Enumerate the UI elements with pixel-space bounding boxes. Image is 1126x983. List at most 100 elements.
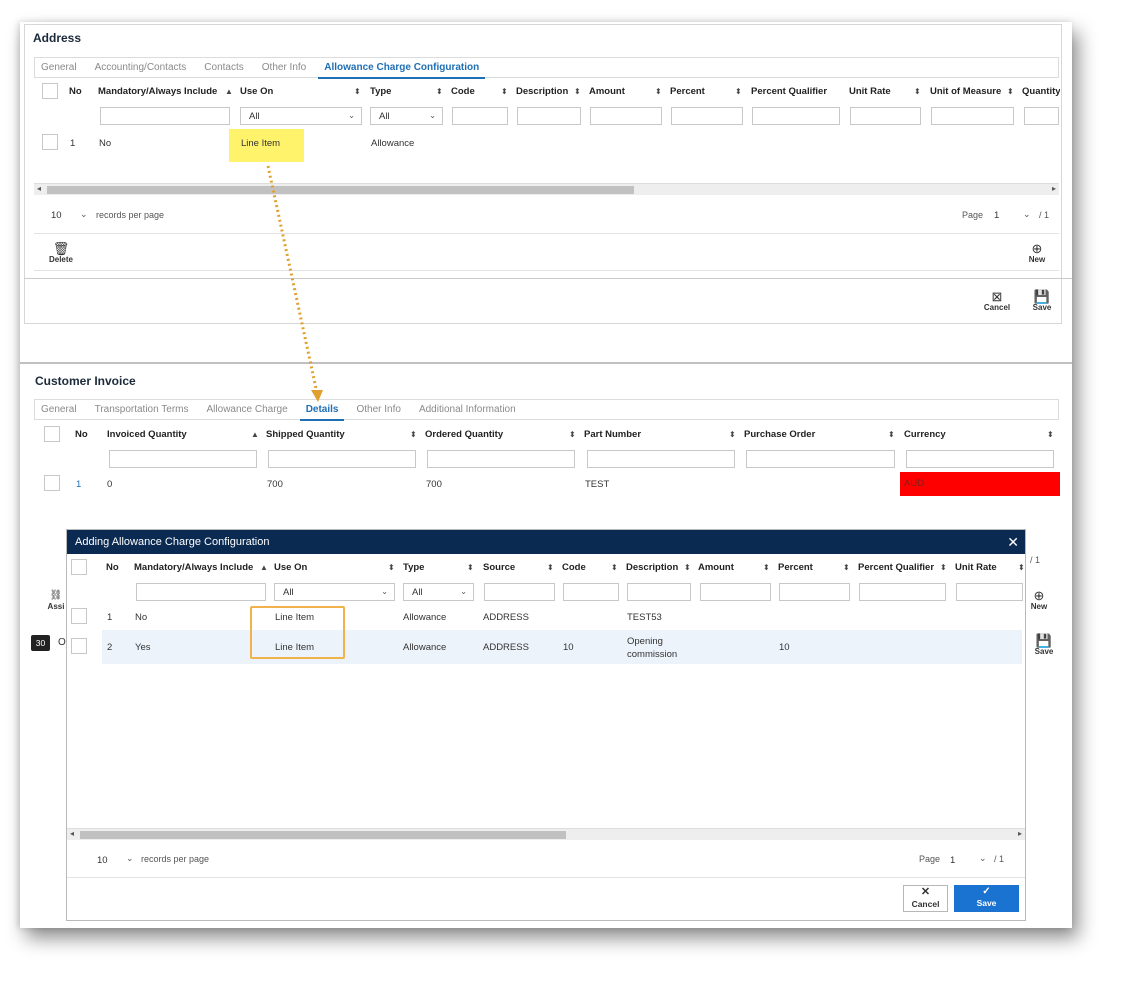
col-part-number[interactable]: Part Number <box>584 429 641 440</box>
sort-icon[interactable]: ⬍ <box>611 563 618 572</box>
col-quantity[interactable]: Quantity <box>1022 86 1060 97</box>
col-mandatory[interactable]: Mandatory/Always Include <box>134 562 253 573</box>
save-button[interactable]: ✓ Save <box>954 885 1019 912</box>
filter-code[interactable] <box>563 583 619 601</box>
sort-icon[interactable]: ⬍ <box>1007 87 1014 96</box>
page-size[interactable]: 10 <box>97 855 108 866</box>
col-description[interactable]: Description <box>626 562 678 573</box>
tab-general[interactable]: General <box>41 57 77 78</box>
filter-currency[interactable] <box>906 450 1054 468</box>
sort-icon[interactable]: ⬍ <box>1018 563 1025 572</box>
select-all-checkbox[interactable] <box>71 559 87 575</box>
page-number[interactable]: 1 <box>994 210 999 221</box>
filter-percent-qualifier[interactable] <box>752 107 840 125</box>
col-no[interactable]: No <box>69 86 82 97</box>
tab-other-info[interactable]: Other Info <box>262 57 306 78</box>
col-invoiced-quantity[interactable]: Invoiced Quantity <box>107 429 187 440</box>
sort-icon[interactable]: ⬍ <box>467 563 474 572</box>
col-amount[interactable]: Amount <box>698 562 734 573</box>
sort-icon[interactable]: ⬍ <box>763 563 770 572</box>
row-checkbox[interactable] <box>42 134 58 150</box>
row-checkbox[interactable] <box>71 638 87 654</box>
filter-part-number[interactable] <box>587 450 735 468</box>
sort-icon[interactable]: ⬍ <box>888 430 895 439</box>
filter-use-on[interactable]: All ⌄ <box>240 107 362 125</box>
sort-icon[interactable]: ⬍ <box>436 87 443 96</box>
sort-icon[interactable]: ⬍ <box>735 87 742 96</box>
filter-invoiced-quantity[interactable] <box>109 450 257 468</box>
sort-icon[interactable]: ⬍ <box>684 563 691 572</box>
filter-percent-qualifier[interactable] <box>859 583 946 601</box>
col-description[interactable]: Description <box>516 86 568 97</box>
scrollbar-thumb[interactable] <box>47 186 634 194</box>
col-amount[interactable]: Amount <box>589 86 625 97</box>
page-number[interactable]: 1 <box>950 855 955 866</box>
filter-source[interactable] <box>484 583 555 601</box>
filter-percent[interactable] <box>671 107 743 125</box>
page-size[interactable]: 10 <box>51 210 62 221</box>
scroll-left-icon[interactable]: ◂ <box>37 184 41 193</box>
sort-icon[interactable]: ⬍ <box>388 563 395 572</box>
select-all-checkbox[interactable] <box>42 83 58 99</box>
col-shipped-quantity[interactable]: Shipped Quantity <box>266 429 345 440</box>
sort-icon[interactable]: ⬍ <box>914 87 921 96</box>
sort-icon[interactable]: ⬍ <box>354 87 361 96</box>
tab-allowance-charge[interactable]: Allowance Charge <box>207 399 288 420</box>
filter-description[interactable] <box>627 583 691 601</box>
tab-additional-information[interactable]: Additional Information <box>419 399 516 420</box>
horizontal-scrollbar[interactable]: ◂ ▸ <box>67 828 1025 840</box>
tab-general[interactable]: General <box>41 399 77 420</box>
sort-asc-icon[interactable]: ▲ <box>251 430 259 439</box>
col-use-on[interactable]: Use On <box>274 562 307 573</box>
filter-amount[interactable] <box>700 583 771 601</box>
sort-icon[interactable]: ⬍ <box>1047 430 1054 439</box>
filter-unit-rate[interactable] <box>850 107 921 125</box>
col-code[interactable]: Code <box>562 562 586 573</box>
col-no[interactable]: No <box>75 429 88 440</box>
filter-amount[interactable] <box>590 107 662 125</box>
cancel-button[interactable]: ⊠ Cancel <box>980 290 1014 312</box>
scroll-right-icon[interactable]: ▸ <box>1052 184 1056 193</box>
col-percent-qualifier[interactable]: Percent Qualifier <box>858 562 934 573</box>
filter-ordered-quantity[interactable] <box>427 450 575 468</box>
filter-mandatory[interactable] <box>136 583 266 601</box>
col-type[interactable]: Type <box>403 562 424 573</box>
sort-icon[interactable]: ⬍ <box>569 430 576 439</box>
sort-icon[interactable]: ⬍ <box>574 87 581 96</box>
col-code[interactable]: Code <box>451 86 475 97</box>
col-no[interactable]: No <box>106 562 119 573</box>
chevron-down-icon[interactable]: ⌄ <box>126 853 134 864</box>
sort-icon[interactable]: ⬍ <box>547 563 554 572</box>
col-type[interactable]: Type <box>370 86 391 97</box>
chevron-down-icon[interactable]: ⌄ <box>80 209 88 220</box>
filter-type[interactable]: All ⌄ <box>403 583 474 601</box>
col-percent-qualifier[interactable]: Percent Qualifier <box>751 86 827 97</box>
close-icon[interactable]: ✕ <box>1007 530 1019 554</box>
horizontal-scrollbar[interactable]: ◂ ▸ <box>34 183 1059 195</box>
col-currency[interactable]: Currency <box>904 429 946 440</box>
filter-quantity[interactable] <box>1024 107 1059 125</box>
scrollbar-thumb[interactable] <box>80 831 566 839</box>
sort-icon[interactable]: ⬍ <box>655 87 662 96</box>
col-unit-rate[interactable]: Unit Rate <box>955 562 997 573</box>
select-all-checkbox[interactable] <box>44 426 60 442</box>
assign-button[interactable]: ⛓ Assi <box>46 589 66 611</box>
tab-contacts[interactable]: Contacts <box>204 57 243 78</box>
scroll-left-icon[interactable]: ◂ <box>70 829 74 838</box>
save-button[interactable]: 💾 Save <box>1028 290 1056 312</box>
col-percent[interactable]: Percent <box>670 86 705 97</box>
tab-transportation-terms[interactable]: Transportation Terms <box>95 399 189 420</box>
filter-mandatory[interactable] <box>100 107 230 125</box>
col-unit-of-measure[interactable]: Unit of Measure <box>930 86 1001 97</box>
filter-description[interactable] <box>517 107 581 125</box>
chevron-down-icon[interactable]: ⌄ <box>979 853 987 864</box>
col-purchase-order[interactable]: Purchase Order <box>744 429 815 440</box>
filter-unit-of-measure[interactable] <box>931 107 1014 125</box>
col-use-on[interactable]: Use On <box>240 86 273 97</box>
filter-shipped-quantity[interactable] <box>268 450 416 468</box>
delete-button[interactable]: 🗑 Delete <box>44 242 78 264</box>
row-checkbox[interactable] <box>71 608 87 624</box>
tab-other-info[interactable]: Other Info <box>356 399 400 420</box>
row-checkbox[interactable] <box>44 475 60 491</box>
sort-asc-icon[interactable]: ▲ <box>225 87 233 96</box>
